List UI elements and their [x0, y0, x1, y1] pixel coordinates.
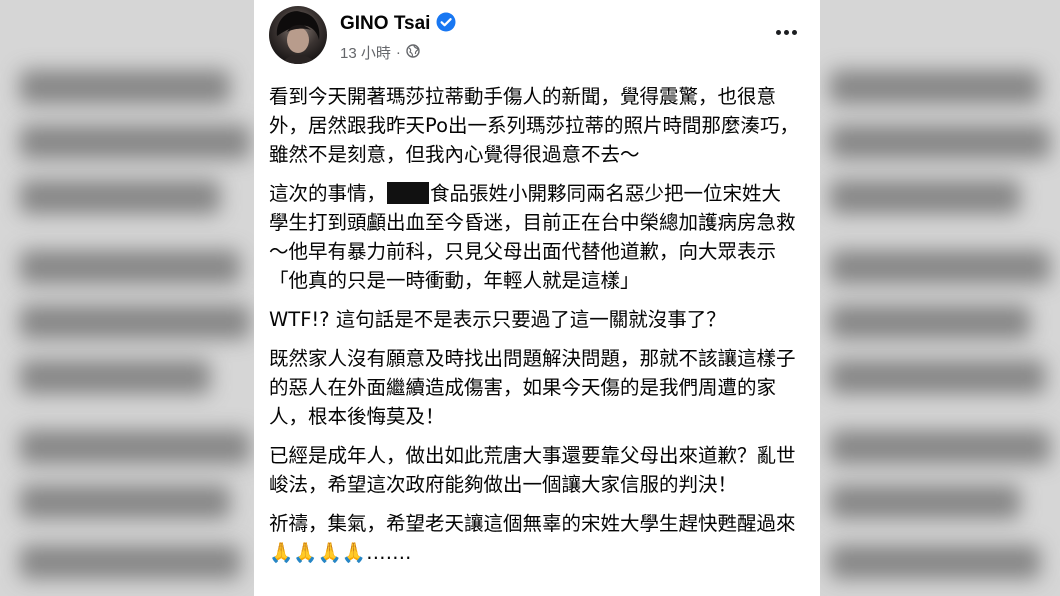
blurred-background-right [820, 0, 1060, 596]
post-paragraph-1: 看到今天開著瑪莎拉蒂動手傷人的新聞，覺得震驚，也很意外，居然跟我昨天Po出一系列… [269, 85, 799, 166]
post-paragraph-5: 已經是成年人，做出如此荒唐大事還要靠父母出來道歉？亂世峻法，希望這次政府能夠做出… [269, 444, 796, 496]
more-options-icon[interactable] [768, 18, 804, 46]
author-row: GINO Tsai [340, 12, 456, 36]
praying-hands-emoji: 🙏🙏🙏🙏 [269, 541, 367, 564]
facebook-post-card: GINO Tsai 13 小時 · 看到今天開著瑪莎拉蒂動手傷人的新聞，覺得震驚… [254, 0, 820, 596]
ellipsis: ……. [366, 541, 412, 564]
post-paragraph-3: WTF!? 這句話是不是表示只要過了這一關就沒事了？ [269, 308, 726, 331]
paragraph-6-text: 祈禱，集氣，希望老天讓這個無辜的宋姓大學生趕快甦醒過來 [269, 512, 796, 535]
meta-separator: · [395, 44, 401, 61]
post-timestamp[interactable]: 13 小時 [340, 42, 391, 63]
paragraph-2-start: 這次的事情， [269, 182, 387, 205]
avatar[interactable] [269, 6, 327, 64]
post-paragraph-2: 這次的事情， 食品張姓小開夥同兩名惡少把一位宋姓大學生打到頭顱出血至今昏迷，目前正… [269, 179, 799, 295]
blurred-background-left [0, 0, 254, 596]
redaction-block [387, 182, 430, 204]
post-paragraph-4: 既然家人沒有願意及時找出問題解決問題，那就不該讓這樣子的惡人在外面繼續造成傷害，… [269, 347, 796, 428]
verified-badge-icon [436, 12, 456, 36]
globe-icon[interactable] [406, 43, 420, 62]
post-meta: 13 小時 · [340, 42, 420, 63]
post-text: 看到今天開著瑪莎拉蒂動手傷人的新聞，覺得震驚，也很意外，居然跟我昨天Po出一系列… [269, 82, 799, 577]
post-paragraph-6: 祈禱，集氣，希望老天讓這個無辜的宋姓大學生趕快甦醒過來 🙏🙏🙏🙏……. [269, 509, 799, 567]
author-name[interactable]: GINO Tsai [340, 13, 430, 35]
